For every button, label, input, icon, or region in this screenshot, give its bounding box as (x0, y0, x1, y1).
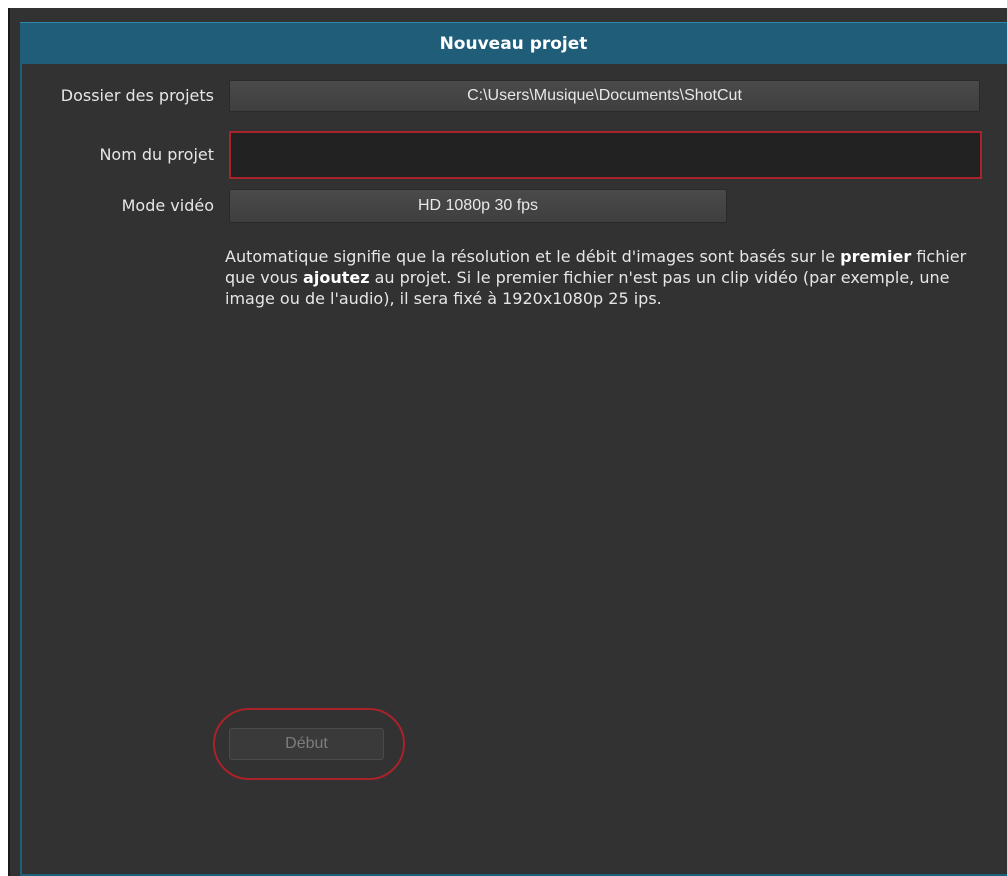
description-bold-1: premier (840, 247, 912, 266)
dialog-title: Nouveau projet (439, 33, 588, 54)
description-text-1: Automatique signifie que la résolution e… (225, 247, 841, 266)
panel-frame (20, 64, 1007, 876)
video-mode-label: Mode vidéo (121, 196, 214, 215)
project-folder-label: Dossier des projets (60, 86, 214, 105)
start-button[interactable]: Début (229, 728, 384, 760)
project-name-input[interactable] (229, 131, 982, 179)
project-name-label: Nom du projet (99, 145, 214, 164)
project-folder-button[interactable]: C:\Users\Musique\Documents\ShotCut (229, 80, 980, 112)
video-mode-description: Automatique signifie que la résolution e… (225, 246, 985, 309)
dialog-title-bar: Nouveau projet (20, 22, 1007, 64)
description-bold-2: ajoutez (303, 268, 370, 287)
video-mode-button[interactable]: HD 1080p 30 fps (229, 189, 727, 223)
